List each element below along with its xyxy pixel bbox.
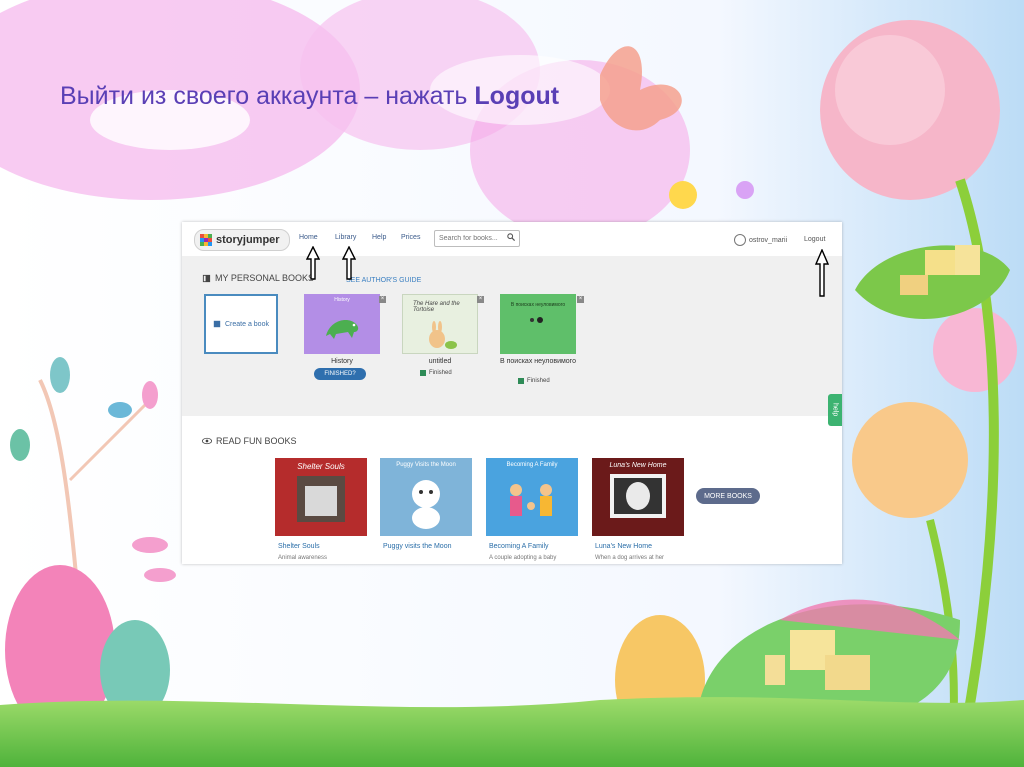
finished-label: FINISHED? xyxy=(324,371,356,377)
book-icon xyxy=(213,320,221,328)
fun-books-title: READ FUN BOOKS xyxy=(216,436,297,446)
app-screenshot: storyjumper Home Library Help Prices ost… xyxy=(182,222,842,564)
book-cover-text: The Hare and the Tortoise xyxy=(413,301,460,313)
fun-book-cover-luna[interactable]: Luna's New Home xyxy=(592,458,684,536)
close-icon[interactable]: × xyxy=(379,296,386,303)
book-status: Finished xyxy=(420,370,452,376)
storyjumper-logo[interactable]: storyjumper xyxy=(194,229,290,251)
book-title: В поисках неуловимого xyxy=(500,358,576,365)
create-book-label: Create a book xyxy=(225,320,269,328)
dots-icon xyxy=(530,317,543,323)
book-status: Finished xyxy=(518,378,550,384)
slide-title-text: Выйти из своего аккаунта – нажать xyxy=(60,82,475,110)
book-cover-text: Shelter Souls xyxy=(297,462,345,471)
dog-photo-icon xyxy=(610,474,666,518)
checkbox-checked-icon xyxy=(420,370,426,376)
personal-books-header: MY PERSONAL BOOKS xyxy=(202,273,314,283)
logo-text: storyjumper xyxy=(216,234,280,246)
fun-book-cover-shelter-souls[interactable]: Shelter Souls xyxy=(275,458,367,536)
fun-book-cover-puggy[interactable]: Puggy Visits the Moon xyxy=(380,458,472,536)
dinosaur-icon xyxy=(326,320,359,339)
book-status-label: Finished xyxy=(429,370,452,376)
create-book-button[interactable]: Create a book xyxy=(204,294,278,354)
slide-title: Выйти из своего аккаунта – нажать Logout xyxy=(60,82,559,111)
logout-link[interactable]: Logout xyxy=(804,236,825,243)
eye-icon xyxy=(202,437,212,445)
nav-help[interactable]: Help xyxy=(372,234,386,241)
arrow-up-icon xyxy=(815,249,829,297)
fun-book-title[interactable]: Becoming A Family xyxy=(489,543,549,550)
book-cover-text: Luna's New Home xyxy=(609,462,667,469)
book-status-label: Finished xyxy=(527,378,550,384)
slide-title-bold: Logout xyxy=(474,82,560,110)
fun-book-title[interactable]: Puggy visits the Moon xyxy=(383,543,451,550)
fun-book-title[interactable]: Luna's New Home xyxy=(595,543,652,550)
fun-book-desc: When a dog arrives at her xyxy=(595,555,665,561)
fun-book-cover-becoming-family[interactable]: Becoming A Family xyxy=(486,458,578,536)
dog-photo-icon xyxy=(297,476,345,522)
book-cover-text: Puggy Visits the Moon xyxy=(396,462,456,468)
avatar-icon xyxy=(734,234,746,246)
finished-button[interactable]: FINISHED? xyxy=(314,368,366,380)
nav-home[interactable]: Home xyxy=(299,234,318,241)
arrow-up-icon xyxy=(306,246,320,280)
fun-book-desc: A couple adopting a baby xyxy=(489,555,557,561)
arrow-up-icon xyxy=(342,246,356,280)
book-cover-text: В поисках неуловимого xyxy=(510,302,566,308)
nav-library[interactable]: Library xyxy=(335,234,356,241)
fun-books-header: READ FUN BOOKS xyxy=(202,436,297,446)
fun-book-desc: Animal awareness xyxy=(278,555,328,561)
close-icon[interactable]: × xyxy=(577,296,584,303)
logo-blocks-icon xyxy=(200,234,212,246)
book-cover-history[interactable]: History xyxy=(304,294,380,354)
fun-book-title[interactable]: Shelter Souls xyxy=(278,543,320,550)
nav-prices[interactable]: Prices xyxy=(401,234,420,241)
book-title: untitled xyxy=(428,358,452,365)
help-tab-label: help xyxy=(831,403,839,417)
book-icon xyxy=(202,274,211,282)
user-account[interactable]: ostrov_marii xyxy=(734,233,787,247)
book-cover-untitled[interactable]: The Hare and the Tortoise xyxy=(402,294,478,354)
book-cover-text: Becoming A Family xyxy=(506,462,558,468)
family-icon xyxy=(510,484,552,516)
puppy-icon xyxy=(412,480,440,529)
book-cover-search[interactable]: В поисках неуловимого xyxy=(500,294,576,354)
more-books-button[interactable]: MORE BOOKS xyxy=(696,488,760,504)
authors-guide-link[interactable]: SEE AUTHOR'S GUIDE xyxy=(346,277,421,284)
more-books-label: MORE BOOKS xyxy=(704,492,752,500)
checkbox-checked-icon xyxy=(518,378,524,384)
personal-books-title: MY PERSONAL BOOKS xyxy=(215,273,315,283)
book-cover-text: History xyxy=(334,297,350,303)
search-icon[interactable] xyxy=(507,233,515,241)
top-navigation-bar: storyjumper Home Library Help Prices ost… xyxy=(182,222,842,257)
hare-icon xyxy=(429,321,457,349)
username: ostrov_marii xyxy=(749,236,788,244)
close-icon[interactable]: × xyxy=(477,296,484,303)
help-tab[interactable]: help xyxy=(828,394,842,426)
book-title: History xyxy=(331,358,353,365)
